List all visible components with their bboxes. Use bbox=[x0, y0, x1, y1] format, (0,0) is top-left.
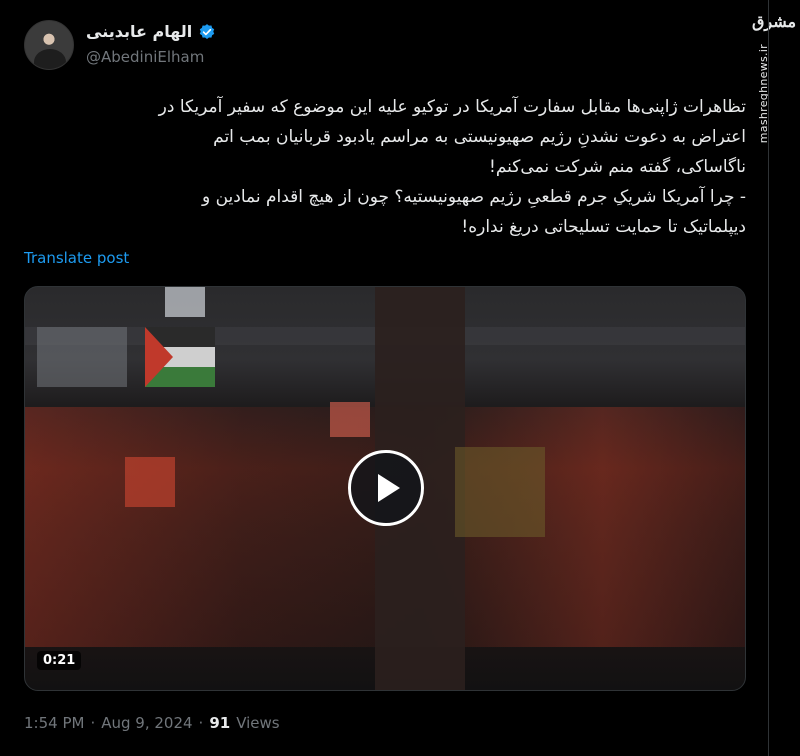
tweet-line: دیپلماتیک تا حمایت تسلیحاتی دریغ نداره! bbox=[461, 217, 746, 237]
views-count: 91 bbox=[209, 714, 231, 732]
thumbnail-sign bbox=[125, 457, 175, 507]
play-button[interactable] bbox=[348, 450, 424, 526]
post-date[interactable]: Aug 9, 2024 bbox=[101, 714, 192, 732]
tweet-header: الهام عابدینی @AbediniElham bbox=[24, 20, 744, 72]
views-label: Views bbox=[236, 714, 280, 732]
tweet-line: تظاهرات ژاپنی‌ها مقابل سفارت آمریکا در ت… bbox=[158, 97, 746, 117]
author-handle[interactable]: @AbediniElham bbox=[86, 48, 204, 66]
thumbnail-sign bbox=[330, 402, 370, 437]
thumbnail-sign bbox=[455, 447, 545, 537]
tweet-line: ناگاساکی، گفته منم شرکت نمی‌کنم! bbox=[489, 157, 746, 177]
tweet-line: اعتراض به دعوت نشدنِ رژیم صهیونیستی به م… bbox=[213, 127, 746, 147]
mashregh-logo: مشرق bbox=[752, 12, 797, 31]
author-name[interactable]: الهام عابدینی bbox=[86, 22, 192, 41]
avatar[interactable] bbox=[24, 20, 74, 70]
author-name-row: الهام عابدینی bbox=[86, 22, 216, 41]
meta-separator: · bbox=[90, 714, 96, 732]
thumbnail-light bbox=[165, 287, 205, 317]
tweet-line: - چرا آمریکا شریکِ جرم قطعیِ رژیم صهیونی… bbox=[202, 187, 746, 207]
thumbnail-window bbox=[37, 327, 127, 387]
translate-post-link[interactable]: Translate post bbox=[24, 249, 129, 267]
tweet-meta: 1:54 PM · Aug 9, 2024 · 91 Views bbox=[24, 714, 280, 732]
video-duration: 0:21 bbox=[37, 651, 82, 670]
flag-icon bbox=[145, 327, 215, 387]
verified-badge-icon bbox=[200, 23, 215, 39]
divider bbox=[768, 0, 769, 756]
tweet-text: تظاهرات ژاپنی‌ها مقابل سفارت آمریکا در ت… bbox=[24, 92, 746, 242]
play-icon bbox=[378, 474, 400, 502]
post-time[interactable]: 1:54 PM bbox=[24, 714, 84, 732]
video-player[interactable]: 0:21 bbox=[24, 286, 746, 691]
meta-separator: · bbox=[198, 714, 204, 732]
